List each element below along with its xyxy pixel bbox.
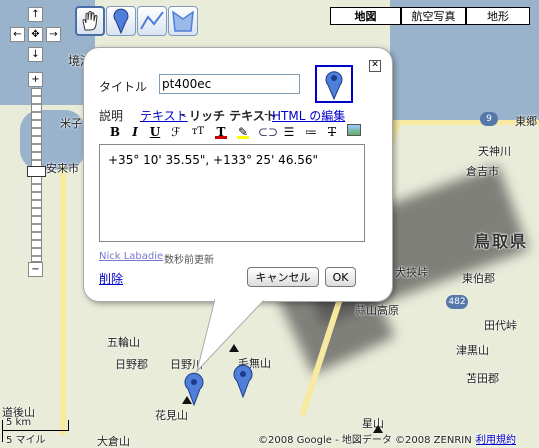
- bulleted-list-icon[interactable]: ≔: [303, 124, 319, 140]
- map-type-map-button[interactable]: 地図: [330, 7, 401, 25]
- label-tashiro: 田代峠: [484, 319, 517, 332]
- copyright-text: ©2008 Google - 地図データ ©2008 ZENRIN -: [258, 435, 479, 446]
- line-tool-button[interactable]: [137, 6, 167, 36]
- font-size-button[interactable]: ᴛT: [190, 124, 206, 140]
- map-marker-pin[interactable]: [184, 372, 204, 406]
- underline-button[interactable]: U: [147, 124, 163, 140]
- label-togo: 東郷: [515, 115, 537, 128]
- pan-center-button[interactable]: ✥: [28, 27, 43, 42]
- ok-button[interactable]: OK: [325, 267, 356, 287]
- map-type-terrain-button[interactable]: 地形: [466, 7, 530, 25]
- route-9-badge: 9: [480, 112, 498, 126]
- bold-button[interactable]: B: [107, 124, 123, 140]
- zoom-in-button[interactable]: +: [28, 72, 43, 87]
- description-editor[interactable]: +35° 10' 35.55", +133° 25' 46.56": [99, 144, 365, 242]
- label-tottori: 鳥取県: [474, 232, 529, 251]
- marker-icon-preview[interactable]: [315, 65, 353, 103]
- font-button[interactable]: ℱ: [168, 124, 184, 140]
- description-text: +35° 10' 35.55", +133° 25' 46.56": [108, 153, 319, 167]
- image-icon[interactable]: [346, 124, 362, 140]
- label-tohaku: 東伯郡: [462, 272, 495, 285]
- infowindow-tail: [196, 299, 266, 373]
- title-input[interactable]: [159, 74, 300, 94]
- road: [60, 165, 66, 435]
- link-icon[interactable]: ⊂⊃: [258, 124, 278, 140]
- delete-link[interactable]: 削除: [99, 270, 123, 287]
- highlight-icon[interactable]: ✎: [235, 124, 251, 140]
- label-tenjin: 天神川: [478, 145, 511, 158]
- numbered-list-icon[interactable]: ☰: [281, 124, 297, 140]
- label-hanamiyama: 花見山: [155, 409, 188, 422]
- hand-icon: [82, 11, 98, 31]
- route-482-badge: 482: [446, 295, 468, 309]
- pan-up-button[interactable]: ↑: [28, 7, 43, 22]
- zoom-out-button[interactable]: −: [28, 262, 43, 277]
- pan-down-button[interactable]: ↓: [28, 47, 43, 62]
- label-tomata: 苫田郡: [466, 372, 499, 385]
- marker-icon: [325, 71, 343, 101]
- label-gokamiyama: 五輪山: [107, 336, 140, 349]
- pan-left-button[interactable]: ←: [10, 27, 25, 42]
- scale-bar: 5 km 5 マイル: [2, 417, 72, 446]
- title-label: タイトル: [99, 80, 148, 94]
- marker-tool-button[interactable]: [106, 6, 136, 36]
- zoom-slider-thumb[interactable]: [27, 166, 46, 177]
- label-daisen-pass: 犬挾峠: [395, 266, 428, 279]
- text-color-icon[interactable]: T: [213, 124, 229, 140]
- label-hinogun: 日野郡: [115, 358, 148, 371]
- pan-right-button[interactable]: →: [46, 27, 61, 42]
- label-tsuguro: 津黒山: [456, 344, 489, 357]
- mode-separator: -: [181, 107, 186, 121]
- marker-icon: [113, 8, 129, 35]
- description-label: 説明: [99, 109, 124, 123]
- cancel-button[interactable]: キャンセル: [247, 267, 319, 287]
- map-type-satellite-button[interactable]: 航空写真: [401, 7, 466, 25]
- label-yonago: 米子: [60, 117, 82, 130]
- close-icon[interactable]: ✕: [369, 60, 381, 72]
- mode-html-link[interactable]: HTML の編集: [272, 107, 345, 124]
- shape-icon: [172, 10, 194, 32]
- label-hiruzen: 蒜山高原: [355, 304, 399, 317]
- line-icon: [140, 11, 164, 30]
- shape-tool-button[interactable]: [168, 6, 198, 36]
- edit-placemark-infowindow: タイトル ✕ 説明 テキスト - リッチ テキスト - HTML の編集 B I…: [83, 47, 393, 302]
- hand-tool-button[interactable]: [75, 6, 105, 36]
- author-link[interactable]: Nick Labadie: [99, 251, 163, 262]
- clear-format-icon[interactable]: T: [324, 124, 340, 140]
- label-kurayoshi: 倉吉市: [466, 165, 499, 178]
- terms-link[interactable]: 利用規約: [476, 431, 516, 446]
- scale-mile: 5 マイル: [6, 435, 46, 446]
- label-daikura: 大倉山: [97, 435, 130, 448]
- scale-km: 5 km: [6, 417, 32, 428]
- mode-separator: -: [264, 107, 269, 121]
- italic-button[interactable]: I: [127, 124, 143, 140]
- updated-text: 数秒前更新: [164, 255, 214, 266]
- label-yasugi: 安来市: [46, 162, 79, 175]
